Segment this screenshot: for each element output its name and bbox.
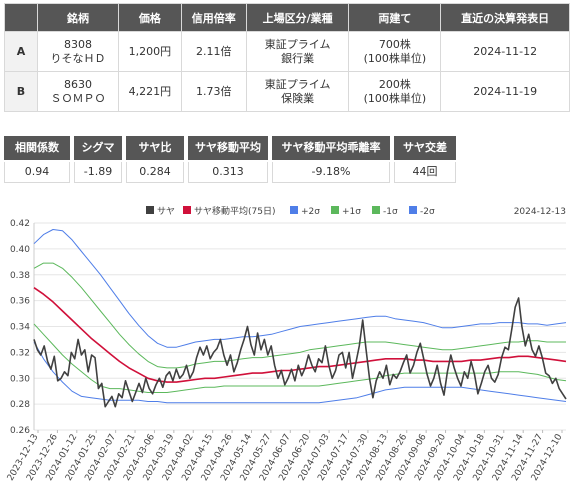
legend-swatch bbox=[372, 206, 380, 214]
market-name: 東証プライム bbox=[264, 37, 331, 51]
stat-label: サヤ移動平均乖離率 bbox=[272, 136, 390, 160]
stat-value: 0.284 bbox=[126, 162, 184, 183]
legend-label: -1σ bbox=[383, 207, 398, 217]
margin-ratio-cell: 2.11倍 bbox=[180, 31, 247, 72]
legend-label: サヤ bbox=[157, 206, 175, 217]
share-unit: (100株単位) bbox=[363, 91, 427, 105]
chart-legend: サヤ サヤ移動平均(75日) +2σ +1σ -1σ -2σ bbox=[146, 205, 435, 217]
pair-table: 銘柄 価格 信用倍率 上場区分/業種 両建て 直近の決算発表日 A 8308 りそ… bbox=[4, 3, 570, 112]
x-axis: 2023-12-132023-12-262024-01-122024-01-25… bbox=[6, 430, 565, 483]
stock-code: 8630 bbox=[63, 77, 92, 91]
stock-name: りそなＨＤ bbox=[50, 51, 106, 65]
legend-swatch bbox=[290, 206, 298, 214]
legend-swatch bbox=[146, 206, 154, 214]
stat-correlation: 相関係数 0.94 bbox=[4, 136, 70, 183]
y-tick-label: 0.30 bbox=[10, 374, 30, 384]
stat-label: サヤ交差 bbox=[394, 136, 456, 160]
position-cell: 200株 (100株単位) bbox=[348, 71, 442, 112]
y-tick-label: 0.28 bbox=[10, 400, 30, 410]
legend-swatch bbox=[183, 206, 191, 214]
row-label: B bbox=[4, 71, 38, 112]
legend-swatch bbox=[409, 206, 417, 214]
sector-name: 銀行業 bbox=[281, 51, 315, 65]
position-cell: 700株 (100株単位) bbox=[348, 31, 442, 72]
y-tick-label: 0.36 bbox=[10, 297, 30, 307]
price-cell: 4,221円 bbox=[117, 71, 182, 112]
stock-code: 8308 bbox=[63, 37, 92, 51]
price-cell: 1,200円 bbox=[117, 31, 182, 72]
stat-crossings: サヤ交差 44回 bbox=[394, 136, 456, 183]
y-tick-label: 0.42 bbox=[10, 219, 30, 229]
y-tick-label: 0.40 bbox=[10, 245, 30, 255]
stock-name: ＳＯＭＰＯ bbox=[50, 91, 106, 105]
stat-ma-deviation: サヤ移動平均乖離率 -9.18% bbox=[272, 136, 390, 183]
row-label: A bbox=[4, 31, 38, 72]
chart-date-label: 2024-12-13 bbox=[514, 207, 566, 217]
stat-sigma: シグマ -1.89 bbox=[74, 136, 122, 183]
legend-label: +2σ bbox=[301, 207, 320, 217]
legend-swatch bbox=[331, 206, 339, 214]
stat-value: -9.18% bbox=[272, 162, 390, 183]
market-cell: 東証プライム 銀行業 bbox=[245, 31, 350, 72]
margin-ratio-cell: 1.73倍 bbox=[180, 71, 247, 112]
stat-value: 0.94 bbox=[4, 162, 70, 183]
col-header-label bbox=[4, 3, 38, 32]
col-header-earnings-date: 直近の決算発表日 bbox=[440, 3, 570, 32]
market-cell: 東証プライム 保険業 bbox=[245, 71, 350, 112]
stats-panel: 相関係数 0.94 シグマ -1.89 サヤ比 0.284 サヤ移動平均 0.3… bbox=[0, 136, 570, 186]
y-axis: 0.42 0.40 0.38 0.36 0.34 0.32 0.30 0.28 0.26 bbox=[10, 219, 35, 436]
stat-spread-ma: サヤ移動平均 0.313 bbox=[188, 136, 268, 183]
pair-table-header: 銘柄 価格 信用倍率 上場区分/業種 両建て 直近の決算発表日 bbox=[4, 3, 570, 32]
col-header-position: 両建て bbox=[348, 3, 442, 32]
stat-label: サヤ比 bbox=[126, 136, 184, 160]
legend-label: -2σ bbox=[420, 207, 435, 217]
y-tick-label: 0.26 bbox=[10, 426, 30, 436]
y-tick-label: 0.34 bbox=[10, 323, 30, 333]
col-header-margin-ratio: 信用倍率 bbox=[180, 3, 247, 32]
chart-lines bbox=[33, 229, 567, 408]
col-header-stock: 銘柄 bbox=[37, 3, 119, 32]
stat-value: -1.89 bbox=[74, 162, 122, 183]
col-header-price: 価格 bbox=[117, 3, 182, 32]
stat-label: 相関係数 bbox=[4, 136, 70, 160]
col-header-market-sector: 上場区分/業種 bbox=[245, 3, 350, 32]
stock-cell: 8630 ＳＯＭＰＯ bbox=[37, 71, 119, 112]
stat-label: シグマ bbox=[74, 136, 122, 160]
y-tick-label: 0.32 bbox=[10, 348, 30, 358]
share-unit: (100株単位) bbox=[363, 51, 427, 65]
band-line bbox=[33, 323, 567, 393]
stat-spread-ratio: サヤ比 0.284 bbox=[126, 136, 184, 183]
legend-label: サヤ移動平均(75日) bbox=[194, 205, 275, 217]
share-count: 200株 bbox=[378, 77, 411, 91]
spread-chart: サヤ サヤ移動平均(75日) +2σ +1σ -1σ -2σ 2024-12-13 0.4… bbox=[6, 205, 567, 483]
stat-value: 0.313 bbox=[188, 162, 268, 183]
stat-label: サヤ移動平均 bbox=[188, 136, 268, 160]
band-line bbox=[33, 229, 567, 348]
table-row: A 8308 りそなＨＤ 1,200円 2.11倍 東証プライム 銀行業 700株(… bbox=[4, 31, 570, 72]
y-tick-label: 0.38 bbox=[10, 271, 30, 281]
legend-label: +1σ bbox=[342, 207, 361, 217]
share-count: 700株 bbox=[378, 37, 411, 51]
earnings-date-cell: 2024-11-19 bbox=[440, 71, 570, 112]
table-row: B 8630 ＳＯＭＰＯ 4,221円 1.73倍 東証プライム 保険業 200株(… bbox=[4, 71, 570, 112]
market-name: 東証プライム bbox=[264, 77, 331, 91]
earnings-date-cell: 2024-11-12 bbox=[440, 31, 570, 72]
stock-cell: 8308 りそなＨＤ bbox=[37, 31, 119, 72]
stat-value: 44回 bbox=[394, 162, 456, 183]
sector-name: 保険業 bbox=[281, 91, 315, 105]
